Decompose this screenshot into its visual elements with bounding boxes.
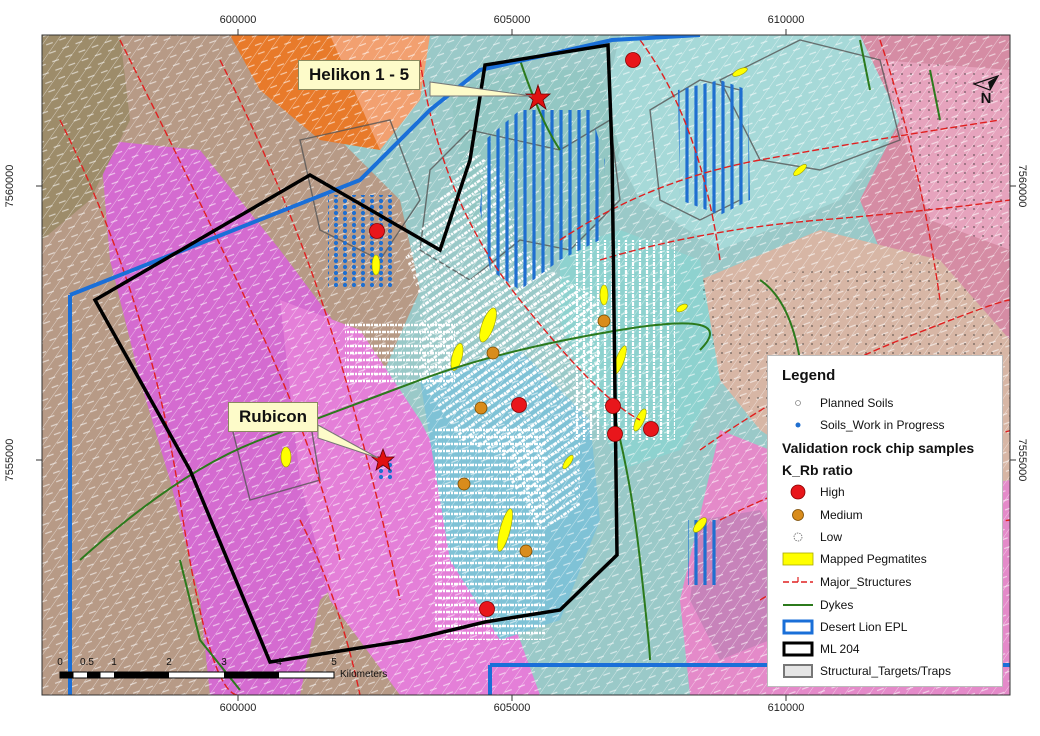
legend-medium: Medium — [820, 508, 863, 522]
targets-symbol — [783, 664, 813, 678]
y-tick-right: 7555000 — [1016, 438, 1028, 482]
scale-tick: 4 — [276, 657, 282, 668]
legend-dykes: Dykes — [820, 598, 854, 612]
legend-panel: Legend Planned Soils Soils_Work in Progr… — [767, 355, 1003, 687]
legend-ml204: ML 204 — [820, 642, 860, 656]
legend-ratio-heading: K_Rb ratio — [782, 462, 853, 478]
scale-unit: Kilometers — [340, 669, 388, 680]
structure-symbol — [783, 577, 813, 583]
legend-soils-wip: Soils_Work in Progress — [820, 418, 945, 432]
helikon-callout[interactable]: Helikon 1 - 5 — [298, 60, 421, 90]
pegmatite-symbol — [782, 552, 814, 566]
legend-pegmatites: Mapped Pegmatites — [820, 552, 927, 566]
medium-symbol — [792, 509, 804, 521]
sample-high[interactable] — [625, 52, 641, 68]
legend-major-structures: Major_Structures — [820, 575, 912, 589]
sample-high[interactable] — [605, 398, 621, 414]
scale-tick: 2 — [166, 657, 172, 668]
epl-symbol — [782, 619, 814, 635]
legend-high: High — [820, 485, 845, 499]
legend-epl: Desert Lion EPL — [820, 620, 908, 634]
sample-high[interactable] — [479, 601, 495, 617]
legend-planned-soils: Planned Soils — [820, 396, 894, 410]
legend-targets: Structural_Targets/Traps — [820, 664, 951, 678]
scale-tick: 1 — [111, 657, 117, 668]
sample-high[interactable] — [369, 223, 385, 239]
sample-high[interactable] — [643, 421, 659, 437]
scale-tick: 0.5 — [80, 657, 94, 668]
sample-medium[interactable] — [519, 544, 533, 558]
rubicon-callout[interactable]: Rubicon — [228, 402, 318, 432]
x-tick-top: 610000 — [767, 14, 805, 26]
x-tick-bottom: 605000 — [493, 702, 531, 714]
high-symbol — [790, 484, 806, 500]
scale-bar: 0 0.5 1 2 3 4 5 Kilometers — [56, 657, 401, 687]
legend-validation-heading: Validation rock chip samples — [782, 440, 975, 456]
sample-medium[interactable] — [597, 314, 611, 328]
dyke-symbol — [783, 604, 813, 606]
scale-tick: 3 — [221, 657, 227, 668]
x-tick-top: 605000 — [493, 14, 531, 26]
scale-tick: 0 — [57, 657, 63, 668]
sample-high[interactable] — [607, 426, 623, 442]
north-arrow-icon: N — [972, 74, 1000, 107]
y-tick-left: 7555000 — [4, 438, 16, 482]
planned-soils-symbol — [795, 400, 801, 406]
scale-tick: 5 — [331, 657, 337, 668]
legend-low: Low — [820, 530, 843, 544]
scale-bar-graphic — [59, 671, 335, 679]
soils-wip-symbol — [795, 422, 801, 428]
ml204-symbol — [782, 641, 814, 657]
x-tick-top: 600000 — [219, 14, 257, 26]
sample-high[interactable] — [511, 397, 527, 413]
y-tick-right: 7560000 — [1016, 164, 1028, 208]
x-tick-bottom: 610000 — [767, 702, 805, 714]
sample-medium[interactable] — [474, 401, 488, 415]
legend-title: Legend — [782, 367, 836, 384]
north-label: N — [981, 90, 992, 107]
x-tick-bottom: 600000 — [219, 702, 257, 714]
sample-medium[interactable] — [457, 477, 471, 491]
sample-medium[interactable] — [486, 346, 500, 360]
y-tick-left: 7560000 — [4, 164, 16, 208]
low-symbol — [793, 532, 803, 542]
